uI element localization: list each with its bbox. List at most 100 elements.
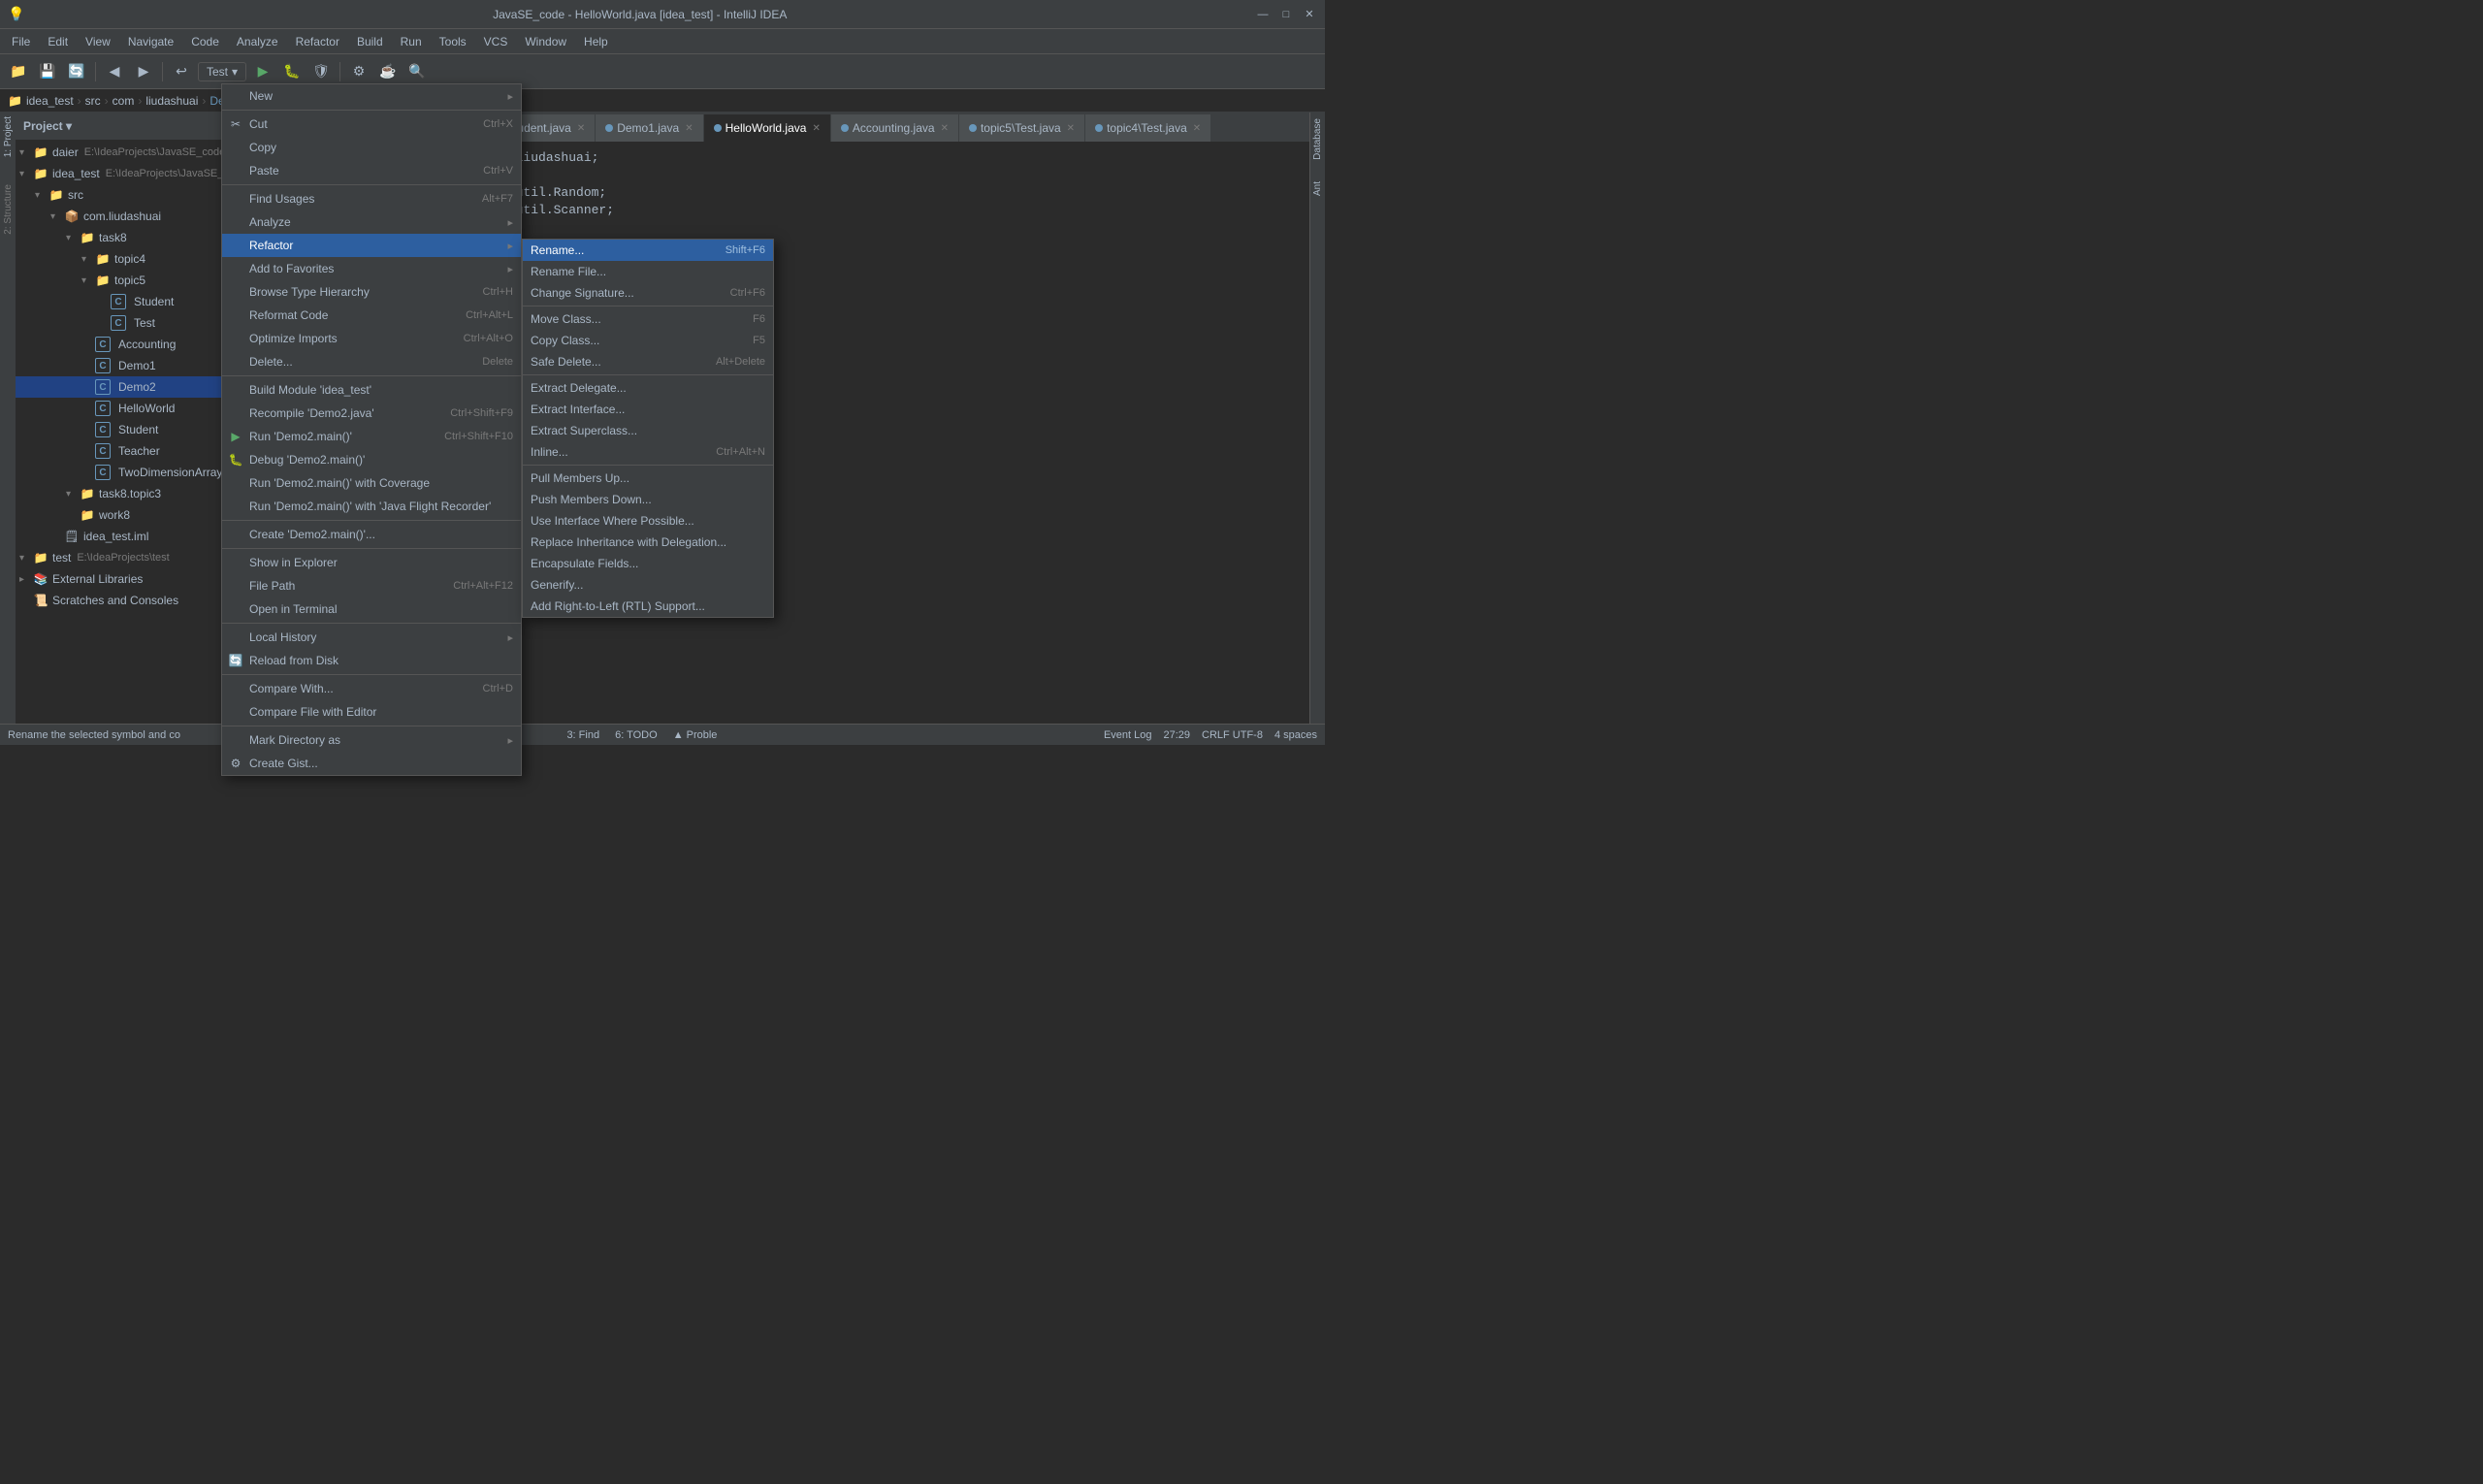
- status-problem[interactable]: ▲ Proble: [673, 729, 718, 741]
- ctx-local-history[interactable]: Local History ▸: [222, 626, 521, 649]
- ctx-paste[interactable]: Paste Ctrl+V: [222, 159, 521, 182]
- rsub-generify[interactable]: Generify...: [523, 574, 773, 596]
- status-find[interactable]: 3: Find: [566, 729, 599, 741]
- toolbar-run[interactable]: ▶: [250, 59, 275, 84]
- ctx-create-main[interactable]: Create 'Demo2.main()'...: [222, 523, 521, 546]
- tab-close-test-t4[interactable]: ✕: [1193, 123, 1201, 134]
- tab-close-test-t5[interactable]: ✕: [1067, 123, 1075, 134]
- rsub-replace-inheritance[interactable]: Replace Inheritance with Delegation...: [523, 532, 773, 553]
- ctx-file-path[interactable]: File Path Ctrl+Alt+F12: [222, 574, 521, 597]
- rsub-safe-delete[interactable]: Safe Delete... Alt+Delete: [523, 351, 773, 372]
- ctx-build-module[interactable]: Build Module 'idea_test': [222, 378, 521, 402]
- ctx-optimize-imports[interactable]: Optimize Imports Ctrl+Alt+O: [222, 327, 521, 350]
- rsub-rtl[interactable]: Add Right-to-Left (RTL) Support...: [523, 596, 773, 617]
- ctx-refactor[interactable]: Refactor ▸: [222, 234, 521, 257]
- menu-file[interactable]: File: [4, 33, 38, 50]
- rsub-use-interface[interactable]: Use Interface Where Possible...: [523, 510, 773, 532]
- database-panel-button[interactable]: Database: [1310, 113, 1325, 166]
- menu-window[interactable]: Window: [517, 33, 574, 50]
- menu-help[interactable]: Help: [576, 33, 616, 50]
- ctx-show-explorer[interactable]: Show in Explorer: [222, 551, 521, 574]
- menu-run[interactable]: Run: [393, 33, 430, 50]
- rsub-push-down[interactable]: Push Members Down...: [523, 489, 773, 510]
- ctx-analyze[interactable]: Analyze ▸: [222, 210, 521, 234]
- ctx-create-gist[interactable]: ⚙ Create Gist...: [222, 752, 521, 775]
- toolbar-coverage[interactable]: 🛡: [308, 59, 334, 84]
- menu-analyze[interactable]: Analyze: [229, 33, 286, 50]
- ctx-add-favorites[interactable]: Add to Favorites ▸: [222, 257, 521, 280]
- toolbar-sync[interactable]: 🔄: [64, 59, 89, 84]
- status-event-log[interactable]: Event Log: [1104, 729, 1152, 741]
- breadcrumb-part3[interactable]: com: [113, 94, 135, 108]
- tab-demo1[interactable]: Demo1.java ✕: [596, 114, 703, 142]
- ctx-find-usages[interactable]: Find Usages Alt+F7: [222, 187, 521, 210]
- breadcrumb-part4[interactable]: liudashuai: [145, 94, 198, 108]
- toolbar-search[interactable]: 🔍: [404, 59, 430, 84]
- ctx-new[interactable]: New ▸: [222, 84, 521, 108]
- ctx-browse-hierarchy[interactable]: Browse Type Hierarchy Ctrl+H: [222, 280, 521, 304]
- ctx-copy[interactable]: Copy: [222, 136, 521, 159]
- toolbar-debug[interactable]: 🐛: [279, 59, 305, 84]
- tab-accounting[interactable]: Accounting.java ✕: [831, 114, 959, 142]
- ctx-open-terminal[interactable]: Open in Terminal: [222, 597, 521, 621]
- tab-test-topic4[interactable]: topic4\Test.java ✕: [1085, 114, 1211, 142]
- tree-arrow-com: ▾: [50, 211, 64, 222]
- rsub-rename[interactable]: Rename... Shift+F6: [523, 240, 773, 261]
- ctx-cut[interactable]: ✂ Cut Ctrl+X: [222, 113, 521, 136]
- menu-refactor[interactable]: Refactor: [288, 33, 347, 50]
- toolbar-save-all[interactable]: 💾: [35, 59, 60, 84]
- menu-edit[interactable]: Edit: [40, 33, 76, 50]
- ant-panel-button[interactable]: Ant: [1310, 176, 1325, 202]
- tab-close-demo1[interactable]: ✕: [685, 123, 693, 134]
- tab-close-student[interactable]: ✕: [577, 123, 585, 134]
- menu-tools[interactable]: Tools: [432, 33, 474, 50]
- ctx-mark-dir[interactable]: Mark Directory as ▸: [222, 728, 521, 752]
- maximize-button[interactable]: □: [1278, 7, 1294, 22]
- toolbar-open[interactable]: 📁: [6, 59, 31, 84]
- left-icon-structure[interactable]: 2: Structure: [3, 184, 14, 235]
- rsub-extract-superclass[interactable]: Extract Superclass...: [523, 420, 773, 441]
- tab-close-helloworld[interactable]: ✕: [812, 123, 820, 134]
- rsub-encapsulate[interactable]: Encapsulate Fields...: [523, 553, 773, 574]
- ctx-reload[interactable]: 🔄 Reload from Disk: [222, 649, 521, 672]
- toolbar-sdk[interactable]: ☕: [375, 59, 401, 84]
- ctx-delete[interactable]: Delete... Delete: [222, 350, 521, 373]
- minimize-button[interactable]: —: [1255, 7, 1271, 22]
- toolbar-settings[interactable]: ⚙: [346, 59, 371, 84]
- toolbar-forward[interactable]: ▶: [131, 59, 156, 84]
- breadcrumb-project[interactable]: 📁: [8, 94, 22, 108]
- run-config-dropdown[interactable]: Test ▾: [198, 62, 246, 81]
- rsub-pull-up[interactable]: Pull Members Up...: [523, 468, 773, 489]
- rsub-extract-delegate[interactable]: Extract Delegate...: [523, 377, 773, 399]
- ctx-debug[interactable]: 🐛 Debug 'Demo2.main()': [222, 448, 521, 471]
- rsub-move-class[interactable]: Move Class... F6: [523, 308, 773, 330]
- tab-helloworld[interactable]: HelloWorld.java ✕: [704, 114, 831, 142]
- ctx-reformat[interactable]: Reformat Code Ctrl+Alt+L: [222, 304, 521, 327]
- menu-navigate[interactable]: Navigate: [120, 33, 181, 50]
- menu-view[interactable]: View: [78, 33, 118, 50]
- menu-build[interactable]: Build: [349, 33, 391, 50]
- tab-test-topic5[interactable]: topic5\Test.java ✕: [959, 114, 1085, 142]
- rsub-inline[interactable]: Inline... Ctrl+Alt+N: [523, 441, 773, 463]
- toolbar-undo[interactable]: ↩: [169, 59, 194, 84]
- breadcrumb-part1[interactable]: idea_test: [26, 94, 74, 108]
- ctx-recompile[interactable]: Recompile 'Demo2.java' Ctrl+Shift+F9: [222, 402, 521, 425]
- rsub-copy-class[interactable]: Copy Class... F5: [523, 330, 773, 351]
- rsub-rename-file[interactable]: Rename File...: [523, 261, 773, 282]
- left-icon-project[interactable]: 1: Project: [3, 116, 14, 157]
- ctx-run-coverage[interactable]: Run 'Demo2.main()' with Coverage: [222, 471, 521, 495]
- ctx-run[interactable]: ▶ Run 'Demo2.main()' Ctrl+Shift+F10: [222, 425, 521, 448]
- status-todo[interactable]: 6: TODO: [615, 729, 658, 741]
- rsub-extract-interface[interactable]: Extract Interface...: [523, 399, 773, 420]
- toolbar-back[interactable]: ◀: [102, 59, 127, 84]
- ctx-compare-with[interactable]: Compare With... Ctrl+D: [222, 677, 521, 700]
- menu-vcs[interactable]: VCS: [476, 33, 516, 50]
- ctx-run-jfr[interactable]: Run 'Demo2.main()' with 'Java Flight Rec…: [222, 495, 521, 518]
- breadcrumb-part2[interactable]: src: [85, 94, 101, 108]
- tab-close-accounting[interactable]: ✕: [941, 123, 949, 134]
- src-icon: 📁: [48, 187, 64, 203]
- close-button[interactable]: ✕: [1302, 7, 1317, 22]
- ctx-compare-editor[interactable]: Compare File with Editor: [222, 700, 521, 724]
- rsub-change-sig[interactable]: Change Signature... Ctrl+F6: [523, 282, 773, 304]
- menu-code[interactable]: Code: [183, 33, 227, 50]
